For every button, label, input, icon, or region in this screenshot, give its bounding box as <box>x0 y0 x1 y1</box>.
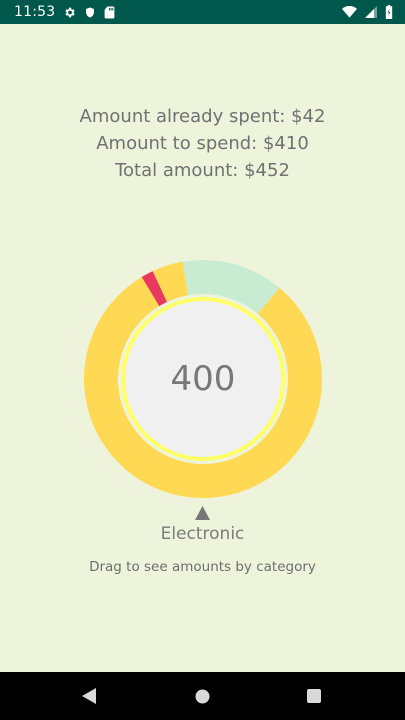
recents-button[interactable] <box>294 672 334 720</box>
amount-spent-text: Amount already spent: $42 <box>79 106 326 127</box>
amount-to-spend-text: Amount to spend: $410 <box>96 133 309 154</box>
main-content: Amount already spent: $42 Amount to spen… <box>0 24 405 672</box>
back-button[interactable] <box>69 672 109 720</box>
battery-icon <box>385 5 393 19</box>
back-icon <box>82 688 96 704</box>
donut-center-value: 400 <box>170 359 236 399</box>
cell-signal-icon <box>365 6 377 18</box>
selected-category-label: Electronic <box>160 524 245 544</box>
status-bar-right <box>342 5 393 19</box>
drag-hint-text: Drag to see amounts by category <box>89 559 316 575</box>
home-icon <box>195 689 209 703</box>
amount-summary: Amount already spent: $42 Amount to spen… <box>0 103 405 184</box>
recents-icon <box>307 689 321 703</box>
home-button[interactable] <box>182 672 222 720</box>
pointer-triangle-icon <box>195 506 210 520</box>
status-time: 11:53 <box>14 4 56 20</box>
navigation-bar <box>0 672 405 720</box>
wifi-icon <box>342 6 357 18</box>
gear-icon <box>63 6 76 19</box>
total-amount-text: Total amount: $452 <box>115 160 290 181</box>
status-bar: 11:53 <box>0 0 405 24</box>
sd-card-icon <box>104 6 115 19</box>
shield-icon <box>84 6 96 19</box>
status-bar-left: 11:53 <box>14 4 115 20</box>
